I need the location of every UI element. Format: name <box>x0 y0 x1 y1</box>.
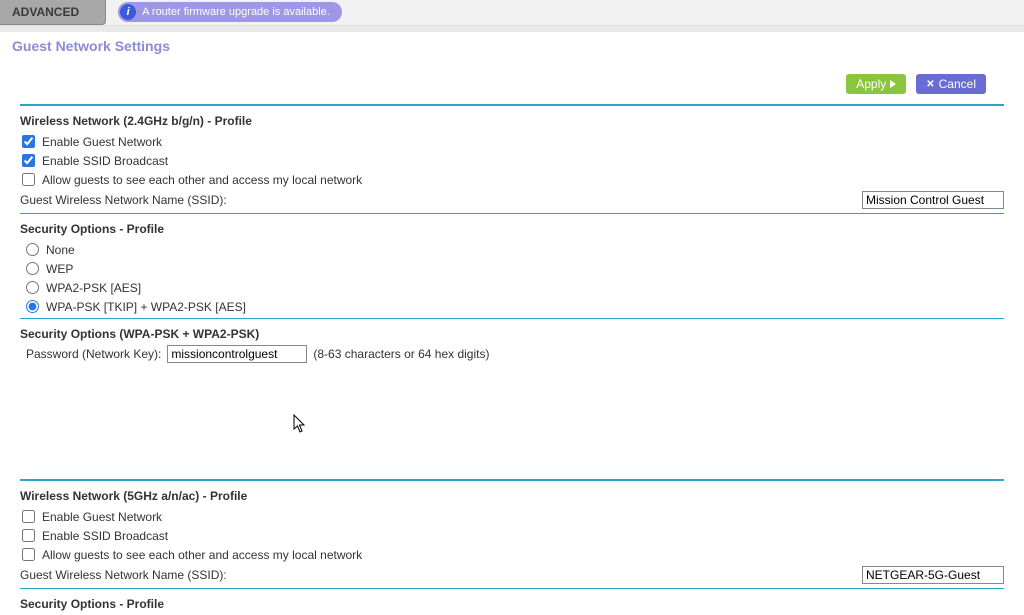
security-none-row[interactable]: None <box>26 240 1004 259</box>
password-label: Password (Network Key): <box>26 347 161 361</box>
section-title-5ghz: Wireless Network (5GHz a/n/ac) - Profile <box>20 489 1004 503</box>
security-wep-radio[interactable] <box>26 262 39 275</box>
firmware-upgrade-notice[interactable]: i A router firmware upgrade is available… <box>118 2 342 22</box>
allow-guests-24-checkbox[interactable] <box>22 173 35 186</box>
section-title-24ghz: Wireless Network (2.4GHz b/g/n) - Profil… <box>20 114 1004 128</box>
security-mixed-label: WPA-PSK [TKIP] + WPA2-PSK [AES] <box>46 300 246 314</box>
allow-guests-24-label: Allow guests to see each other and acces… <box>42 173 362 187</box>
enable-ssid-24-row[interactable]: Enable SSID Broadcast <box>22 151 1004 170</box>
ssid-24-label: Guest Wireless Network Name (SSID): <box>20 193 227 207</box>
enable-guest-5-row[interactable]: Enable Guest Network <box>22 507 1004 526</box>
allow-guests-24-row[interactable]: Allow guests to see each other and acces… <box>22 170 1004 189</box>
enable-guest-5-checkbox[interactable] <box>22 510 35 523</box>
ssid-5-input[interactable] <box>862 566 1004 584</box>
cancel-button[interactable]: Cancel <box>916 74 986 94</box>
allow-guests-5-label: Allow guests to see each other and acces… <box>42 548 362 562</box>
section-title-security-detail: Security Options (WPA-PSK + WPA2-PSK) <box>20 327 1004 341</box>
enable-ssid-5-checkbox[interactable] <box>22 529 35 542</box>
security-wep-row[interactable]: WEP <box>26 259 1004 278</box>
security-wpa2-label: WPA2-PSK [AES] <box>46 281 141 295</box>
enable-guest-24-checkbox[interactable] <box>22 135 35 148</box>
enable-ssid-5-row[interactable]: Enable SSID Broadcast <box>22 526 1004 545</box>
enable-guest-24-label: Enable Guest Network <box>42 135 162 149</box>
security-wpa2-row[interactable]: WPA2-PSK [AES] <box>26 278 1004 297</box>
security-wep-label: WEP <box>46 262 73 276</box>
page-title: Guest Network Settings <box>0 32 1024 60</box>
password-input[interactable] <box>167 345 307 363</box>
enable-guest-5-label: Enable Guest Network <box>42 510 162 524</box>
ssid-5-label: Guest Wireless Network Name (SSID): <box>20 568 227 582</box>
firmware-notice-text: A router firmware upgrade is available. <box>142 6 330 18</box>
section-title-security-24: Security Options - Profile <box>20 222 1004 236</box>
security-mixed-radio[interactable] <box>26 300 39 313</box>
enable-ssid-24-label: Enable SSID Broadcast <box>42 154 168 168</box>
security-none-radio[interactable] <box>26 243 39 256</box>
enable-ssid-24-checkbox[interactable] <box>22 154 35 167</box>
ssid-24-input[interactable] <box>862 191 1004 209</box>
security-none-label: None <box>46 243 75 257</box>
info-icon: i <box>120 4 136 20</box>
allow-guests-5-checkbox[interactable] <box>22 548 35 561</box>
allow-guests-5-row[interactable]: Allow guests to see each other and acces… <box>22 545 1004 564</box>
security-mixed-row[interactable]: WPA-PSK [TKIP] + WPA2-PSK [AES] <box>26 297 1004 316</box>
password-hint: (8-63 characters or 64 hex digits) <box>313 347 489 361</box>
tab-advanced[interactable]: ADVANCED <box>0 0 106 25</box>
security-wpa2-radio[interactable] <box>26 281 39 294</box>
apply-button[interactable]: Apply <box>846 74 906 94</box>
enable-guest-24-row[interactable]: Enable Guest Network <box>22 132 1004 151</box>
enable-ssid-5-label: Enable SSID Broadcast <box>42 529 168 543</box>
section-title-security-5: Security Options - Profile <box>20 597 1004 611</box>
